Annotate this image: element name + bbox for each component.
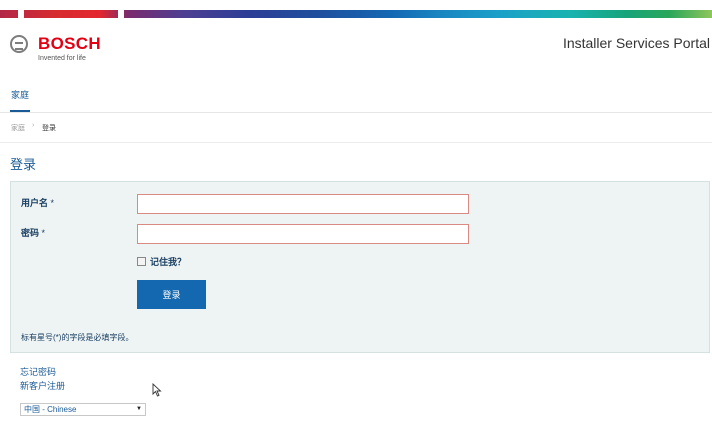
- forgot-password-link[interactable]: 忘记密码: [20, 365, 56, 378]
- nav-active-indicator: [10, 110, 30, 112]
- password-label: 密码 *: [21, 226, 45, 239]
- required-fields-note: 标有星号(*)的字段是必填字段。: [21, 333, 134, 342]
- site-header: BOSCH Invented for life Installer Servic…: [0, 18, 712, 76]
- caret-down-icon: ▼: [136, 406, 142, 412]
- username-input[interactable]: [137, 194, 469, 214]
- password-label-text: 密码: [21, 228, 40, 238]
- breadcrumb-separator: ›: [32, 122, 35, 129]
- breadcrumb: 家庭 › 登录: [0, 113, 712, 143]
- breadcrumb-home-link[interactable]: 家庭: [11, 123, 25, 133]
- mouse-pointer-icon: [152, 383, 162, 397]
- breadcrumb-current: 登录: [42, 125, 56, 132]
- bosch-armature-icon[interactable]: [10, 35, 28, 53]
- remember-me-label[interactable]: 记住我？: [150, 255, 186, 268]
- language-select[interactable]: 中国 - Chinese ▼: [20, 403, 146, 416]
- login-form-panel: 用户名 * 密码 * 记住我？ 登录 标有星号(*)的字段是必填字段。: [10, 181, 710, 353]
- brand-logo-text[interactable]: BOSCH: [38, 34, 101, 54]
- required-mark: *: [41, 228, 46, 238]
- remember-me-checkbox[interactable]: [137, 257, 146, 266]
- brand-tagline: Invented for life: [38, 55, 86, 62]
- brand-supergraphic-bar: [0, 10, 712, 18]
- nav-tab-home[interactable]: 家庭: [11, 88, 29, 101]
- username-label: 用户名 *: [21, 196, 54, 209]
- username-label-text: 用户名: [21, 198, 49, 208]
- supergraphic-gap: [118, 10, 124, 18]
- register-link[interactable]: 新客户注册: [20, 379, 65, 392]
- main-nav: 家庭: [0, 76, 712, 113]
- page-title: 登录: [10, 157, 37, 172]
- language-select-value: 中国 - Chinese: [24, 405, 77, 414]
- login-button[interactable]: 登录: [137, 280, 206, 309]
- supergraphic-gap: [18, 10, 24, 18]
- password-input[interactable]: [137, 224, 469, 244]
- portal-title: Installer Services Portal: [562, 35, 710, 51]
- remember-me-option[interactable]: 记住我？: [137, 255, 186, 268]
- required-mark: *: [50, 198, 55, 208]
